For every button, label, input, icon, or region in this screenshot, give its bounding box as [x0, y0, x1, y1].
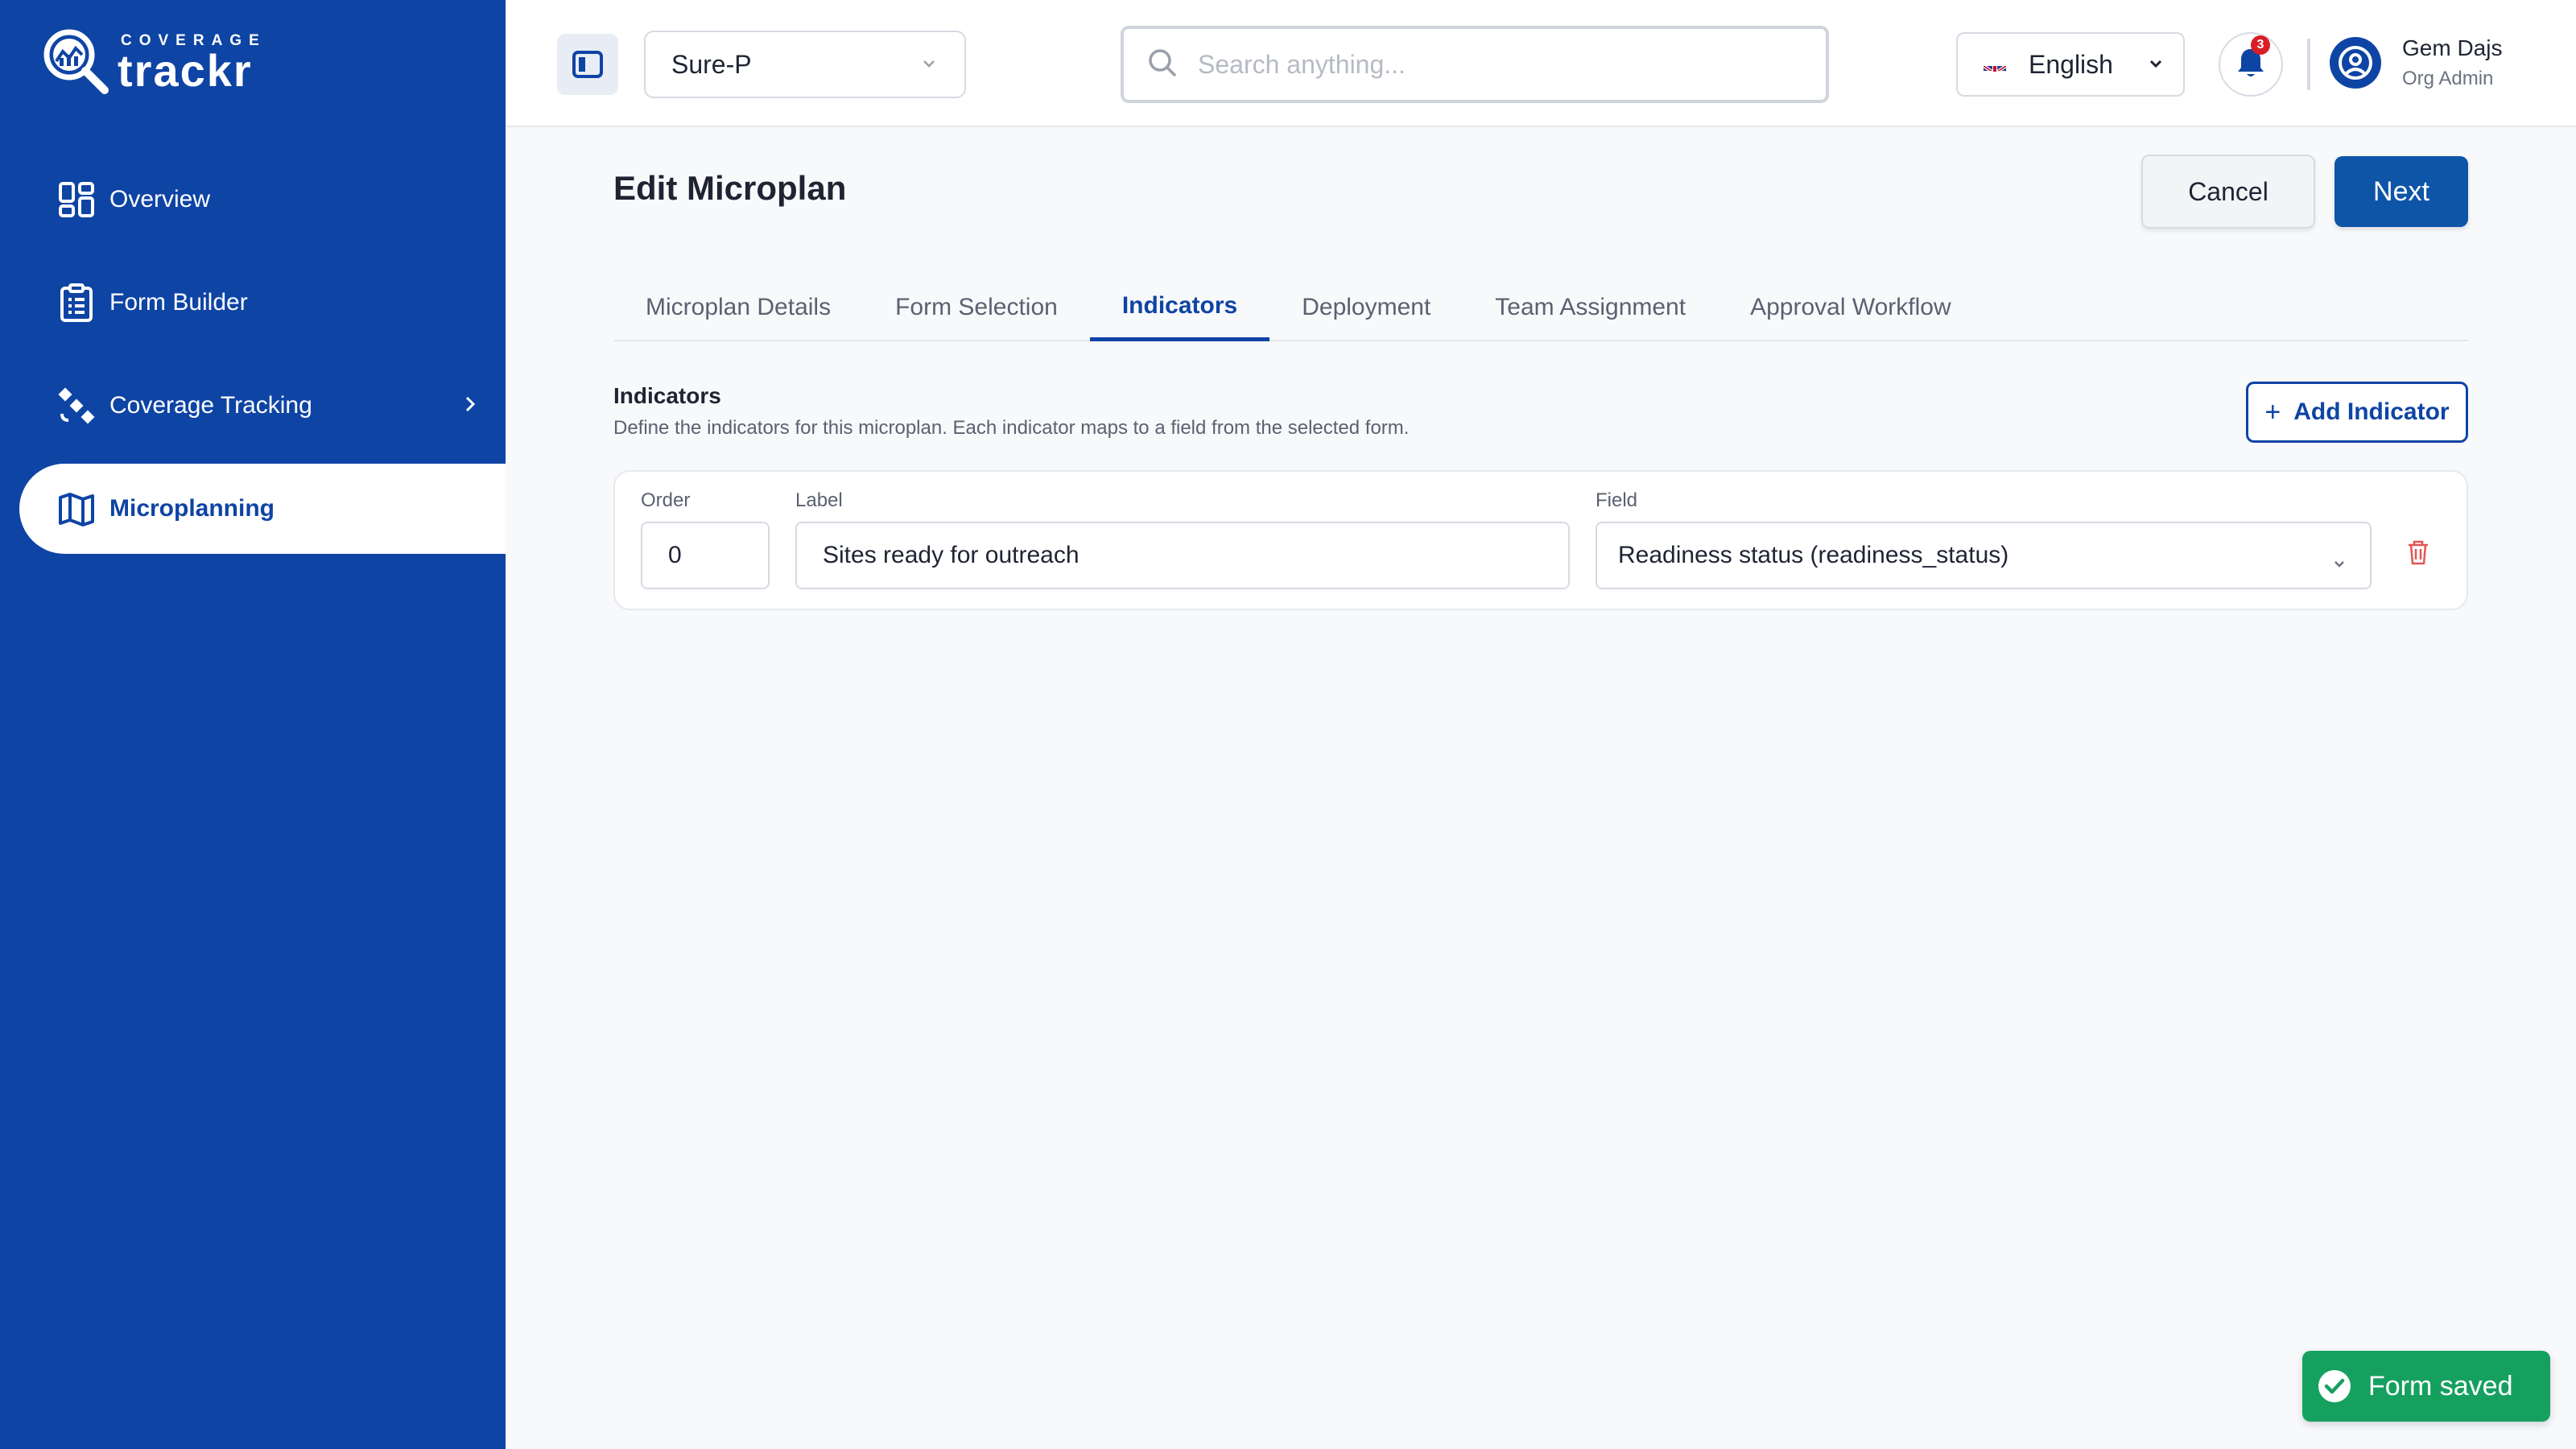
- search-input[interactable]: [1198, 49, 1810, 80]
- chevron-down-icon: [2331, 551, 2347, 578]
- tab-deployment[interactable]: Deployment: [1269, 274, 1463, 341]
- check-circle-icon: [2317, 1368, 2352, 1404]
- indicator-row: Order 0 Label Sites ready for outreach F…: [613, 470, 2468, 610]
- delete-indicator-button[interactable]: [2404, 538, 2433, 571]
- sidebar-item-coverage-tracking[interactable]: Coverage Tracking: [0, 361, 506, 451]
- sidebar-nav: Overview Form Builder Coverage Tracking …: [0, 155, 506, 567]
- sidebar-item-microplanning[interactable]: Microplanning: [19, 464, 506, 554]
- chevron-down-icon: [919, 50, 939, 80]
- satellite-icon: [56, 386, 97, 426]
- header-divider: [2307, 39, 2310, 90]
- add-indicator-button[interactable]: + Add Indicator: [2246, 382, 2468, 443]
- step-tabs: Microplan Details Form Selection Indicat…: [613, 274, 2468, 341]
- top-bar: Sure-P English: [506, 0, 2576, 127]
- sidebar-item-label: Overview: [109, 186, 211, 213]
- clipboard-icon: [56, 283, 97, 323]
- user-avatar-icon: [2339, 46, 2372, 80]
- sidebar-item-overview[interactable]: Overview: [0, 155, 506, 245]
- order-input[interactable]: 0: [641, 522, 770, 589]
- notifications-button[interactable]: 3: [2219, 32, 2283, 97]
- language-select[interactable]: English: [1956, 32, 2185, 97]
- user-role: Org Admin: [2402, 68, 2494, 89]
- section-description: Define the indicators for this microplan…: [613, 417, 1410, 439]
- success-toast: Form saved: [2302, 1351, 2550, 1422]
- sidebar: COVERAGE trackr Overview Form Builder Co…: [0, 0, 506, 1449]
- sidebar-toggle-icon: [572, 51, 603, 78]
- tab-team-assignment[interactable]: Team Assignment: [1463, 274, 1718, 341]
- user-name: Gem Dajs: [2402, 35, 2503, 60]
- tab-form-selection[interactable]: Form Selection: [863, 274, 1090, 341]
- add-indicator-label: Add Indicator: [2293, 398, 2450, 425]
- sidebar-item-label: Microplanning: [109, 495, 275, 522]
- search-icon: [1146, 47, 1179, 83]
- map-icon: [56, 489, 97, 529]
- trash-icon: [2409, 540, 2428, 565]
- dashboard-icon: [56, 180, 97, 220]
- sidebar-item-label: Coverage Tracking: [109, 392, 312, 419]
- field-select[interactable]: Readiness status (readiness_status): [1596, 522, 2372, 589]
- label-field-label: Label: [795, 489, 843, 511]
- section-title: Indicators: [613, 383, 721, 408]
- brand-name: trackr: [118, 45, 253, 96]
- notification-count-badge: 3: [2251, 35, 2270, 55]
- brand-logo[interactable]: COVERAGE trackr: [40, 26, 266, 100]
- avatar[interactable]: [2330, 37, 2381, 89]
- sidebar-item-form-builder[interactable]: Form Builder: [0, 258, 506, 348]
- tab-microplan-details[interactable]: Microplan Details: [613, 274, 863, 341]
- organization-select[interactable]: Sure-P: [644, 31, 966, 98]
- next-button[interactable]: Next: [2334, 156, 2468, 227]
- toast-message: Form saved: [2368, 1370, 2513, 1402]
- chevron-right-icon: [459, 393, 481, 422]
- plus-icon: +: [2264, 396, 2281, 427]
- tab-indicators[interactable]: Indicators: [1089, 274, 1270, 341]
- order-label: Order: [641, 489, 691, 511]
- search-box[interactable]: [1121, 26, 1829, 103]
- field-select-value: Readiness status (readiness_status): [1618, 542, 2009, 568]
- chevron-down-icon: [2146, 50, 2165, 80]
- tab-approval-workflow[interactable]: Approval Workflow: [1718, 274, 1984, 341]
- uk-flag-icon: [1984, 57, 2006, 72]
- sidebar-toggle-button[interactable]: [557, 34, 618, 95]
- cancel-button[interactable]: Cancel: [2141, 155, 2315, 229]
- organization-select-value: Sure-P: [671, 49, 752, 79]
- label-input[interactable]: Sites ready for outreach: [795, 522, 1570, 589]
- field-select-label: Field: [1596, 489, 1638, 511]
- logo-magnifier-icon: [40, 26, 114, 100]
- sidebar-item-label: Form Builder: [109, 289, 248, 316]
- language-select-value: English: [2029, 49, 2113, 79]
- page-title: Edit Microplan: [613, 169, 847, 207]
